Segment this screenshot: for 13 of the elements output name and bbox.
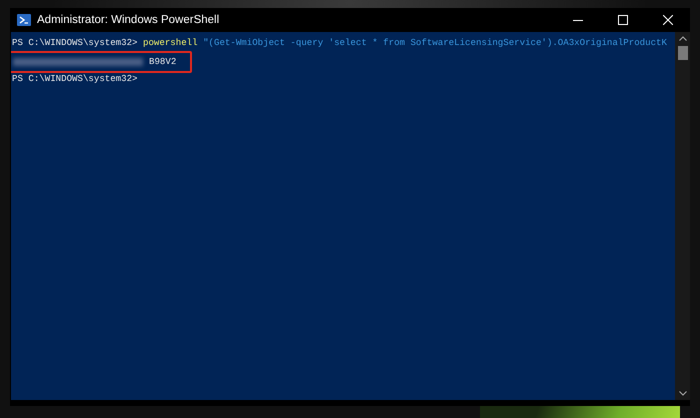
powershell-icon [17,14,31,26]
scrollbar-thumb[interactable] [678,46,688,60]
console-command: powershell [143,37,198,49]
scroll-up-icon[interactable] [678,36,686,41]
close-icon[interactable] [662,15,672,25]
scrollbar[interactable] [675,32,690,400]
product-key-end: B98V2 [149,56,176,68]
window-title: Administrator: Windows PowerShell [37,14,220,26]
maximize-icon[interactable] [618,15,628,25]
console-prompt: PS C:\WINDOWS\system32> [12,37,138,49]
console-prompt: PS C:\WINDOWS\system32> [12,73,138,85]
console-argument: "(Get-WmiObject -query 'select * from SoftwareLicensingService').OA3xOriginalProductK [203,37,667,49]
scroll-down-icon[interactable] [678,391,686,396]
